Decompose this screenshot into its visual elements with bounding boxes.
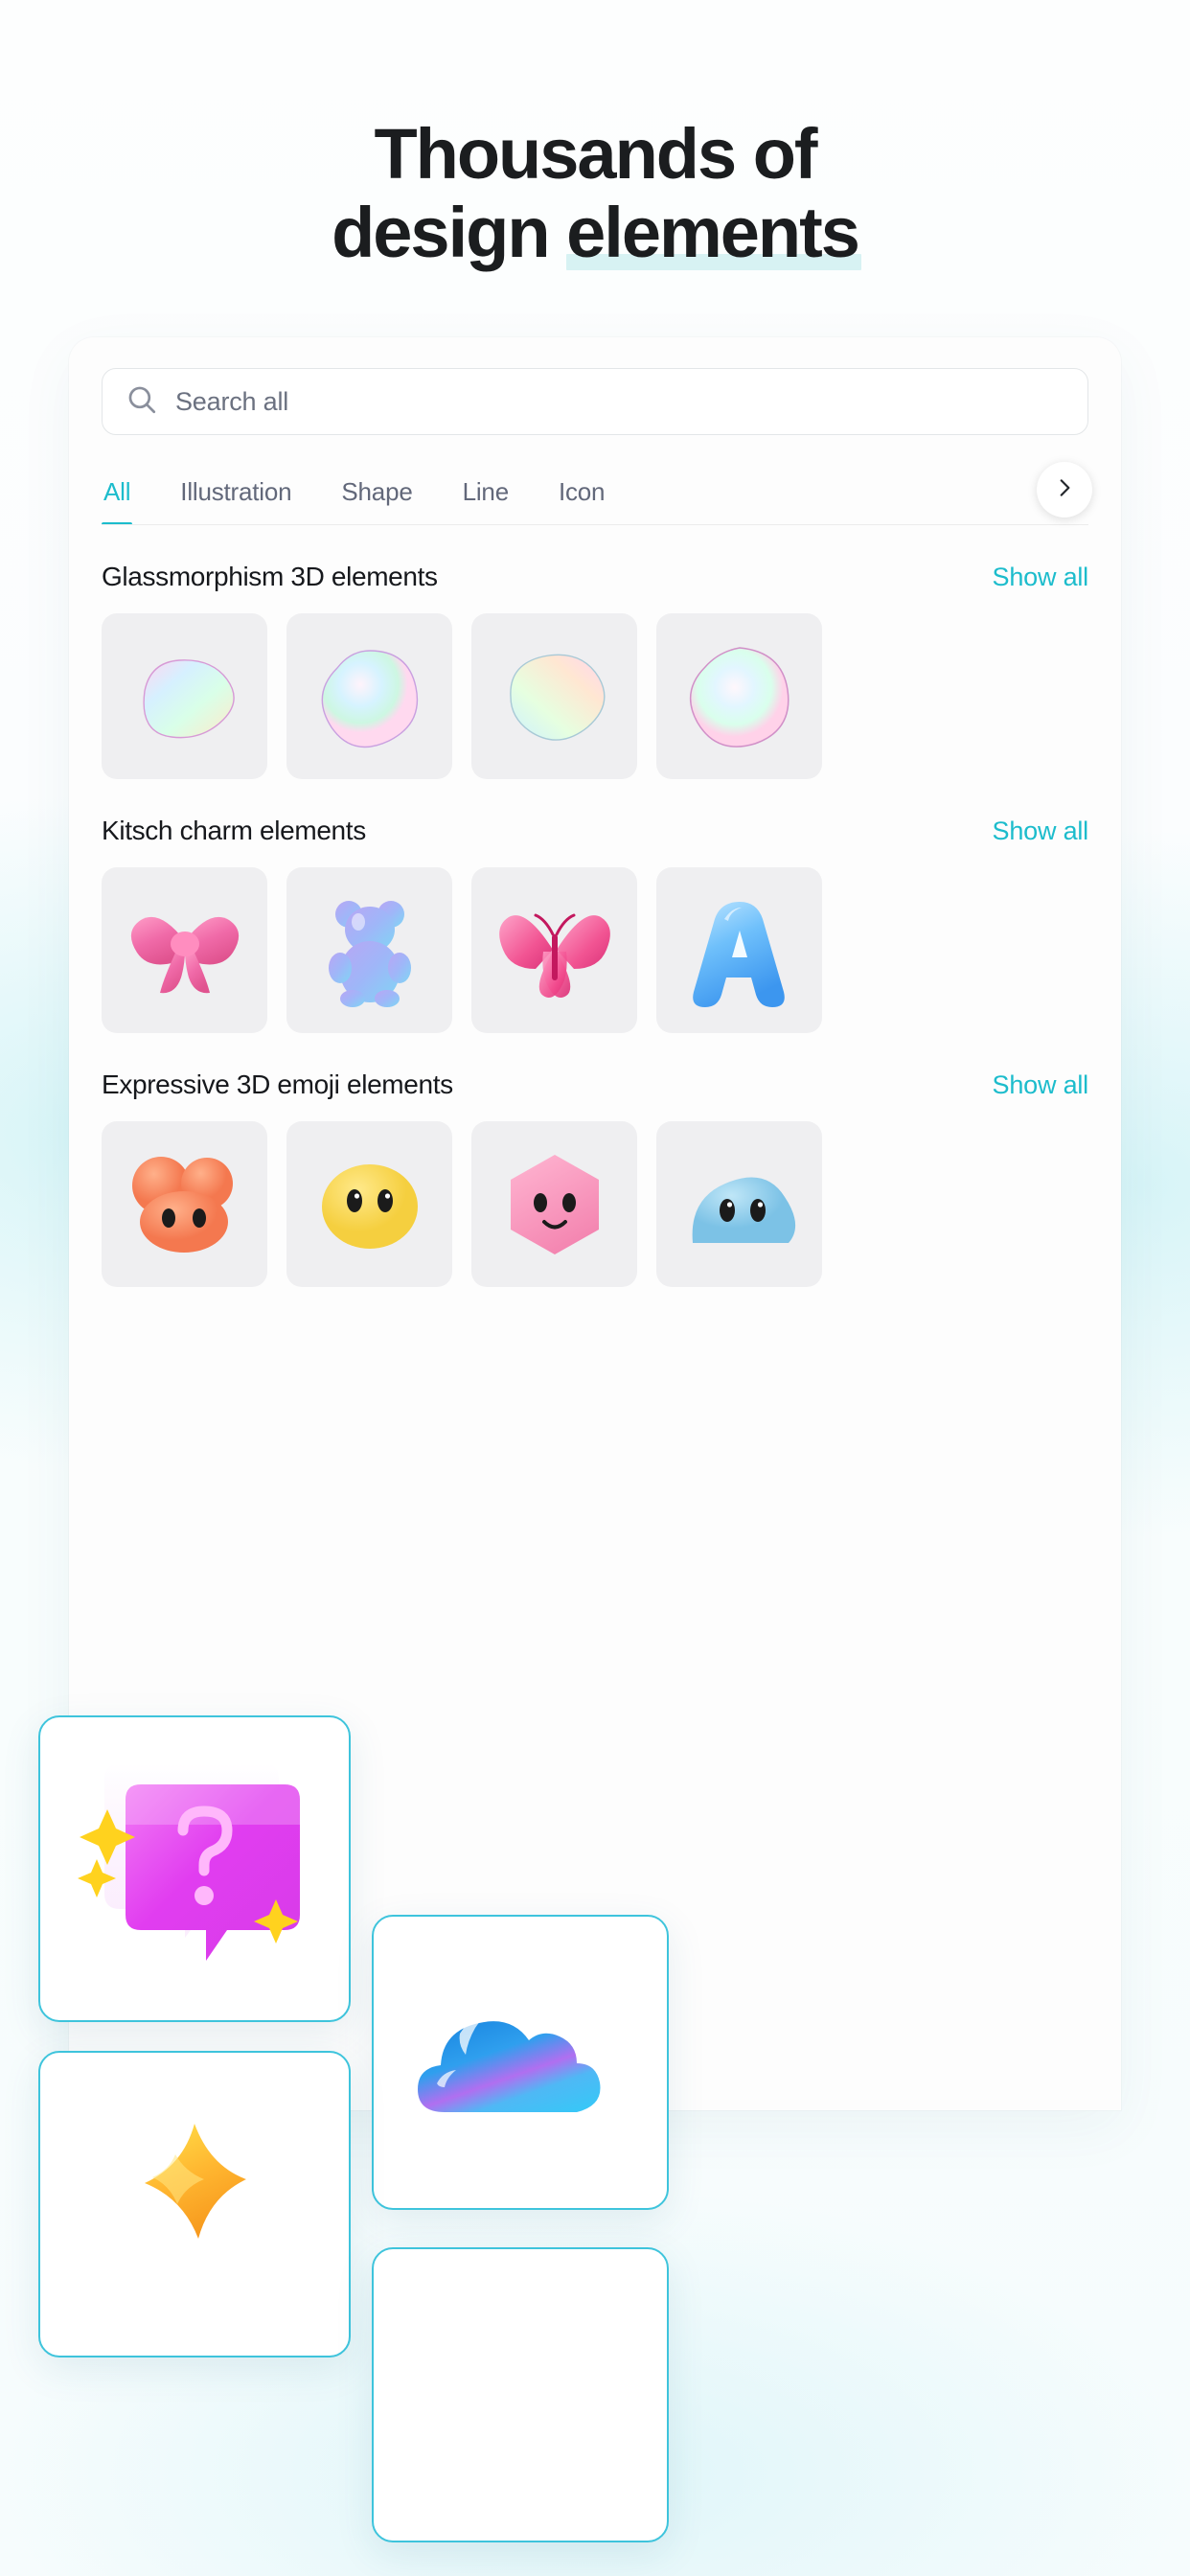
thumbnail-row — [102, 613, 1088, 779]
section-0: Glassmorphism 3D elements Show all — [102, 562, 1088, 779]
category-tabs: All Illustration Shape Line Icon — [102, 460, 1092, 525]
tab-illustration[interactable]: Illustration — [180, 477, 291, 524]
tab-line[interactable]: Line — [463, 477, 510, 524]
tabs-row[interactable]: All Illustration Shape Line Icon — [102, 460, 1088, 525]
tab-all[interactable]: All — [102, 477, 133, 524]
section-header: Expressive 3D emoji elements Show all — [102, 1070, 1088, 1100]
tab-shape[interactable]: Shape — [341, 477, 412, 524]
tabs-next-button[interactable] — [1037, 462, 1092, 518]
section-1: Kitsch charm elements Show all — [102, 816, 1088, 1033]
thumbnail-pink-hexagon-face[interactable] — [471, 1121, 637, 1287]
search-input[interactable]: Search all — [102, 368, 1088, 435]
section-title: Kitsch charm elements — [102, 816, 366, 845]
headline-line-1: Thousands of — [374, 114, 817, 194]
section-2: Expressive 3D emoji elements Show all — [102, 1070, 1088, 1287]
search-placeholder: Search all — [175, 386, 289, 416]
headline-highlighted-word: elements — [566, 193, 860, 272]
show-all-link[interactable]: Show all — [993, 1070, 1089, 1100]
thumbnail-iridescent-blob-4[interactable] — [656, 613, 822, 779]
page-title: Thousands of design elements — [0, 115, 1190, 272]
thumbnail-blue-letter-a[interactable] — [656, 867, 822, 1033]
headline-highlight-wrap: elements — [566, 193, 861, 272]
thumbnail-orange-fuzzy-blob[interactable] — [102, 1121, 267, 1287]
headline-line-2-prefix: design — [332, 193, 567, 272]
thumbnail-blue-fuzzy-blob[interactable] — [656, 1121, 822, 1287]
thumbnail-row — [102, 1121, 1088, 1287]
thumbnail-iridescent-blob-2[interactable] — [286, 613, 452, 779]
question-speech-bubble-card[interactable] — [38, 1715, 351, 2022]
headline-line-2: design elements — [0, 194, 1190, 272]
thumbnail-row — [102, 867, 1088, 1033]
show-all-link[interactable]: Show all — [993, 563, 1089, 592]
section-title: Glassmorphism 3D elements — [102, 562, 438, 591]
section-header: Glassmorphism 3D elements Show all — [102, 562, 1088, 592]
element-sections: Glassmorphism 3D elements Show all Kitsch … — [102, 562, 1088, 1287]
chevron-right-icon — [1052, 475, 1077, 505]
thumbnail-yellow-fuzzy-face[interactable] — [286, 1121, 452, 1287]
gold-star-card[interactable] — [38, 2051, 351, 2358]
gold-star-icon — [145, 2124, 246, 2239]
thumbnail-iridescent-blob-3[interactable] — [471, 613, 637, 779]
thumbnail-pink-butterfly[interactable] — [471, 867, 637, 1033]
gradient-cloud-card[interactable] — [372, 1915, 669, 2210]
partial-card[interactable] — [372, 2247, 669, 2542]
search-icon — [126, 383, 158, 421]
thumbnail-pink-bow[interactable] — [102, 867, 267, 1033]
section-header: Kitsch charm elements Show all — [102, 816, 1088, 846]
question-bubble-icon — [78, 1763, 300, 1961]
gradient-cloud-icon — [418, 2007, 601, 2112]
thumbnail-iridescent-blob-1[interactable] — [102, 613, 267, 779]
show-all-link[interactable]: Show all — [993, 816, 1089, 846]
section-title: Expressive 3D emoji elements — [102, 1070, 453, 1099]
thumbnail-gummy-bear[interactable] — [286, 867, 452, 1033]
tab-icon[interactable]: Icon — [559, 477, 606, 524]
